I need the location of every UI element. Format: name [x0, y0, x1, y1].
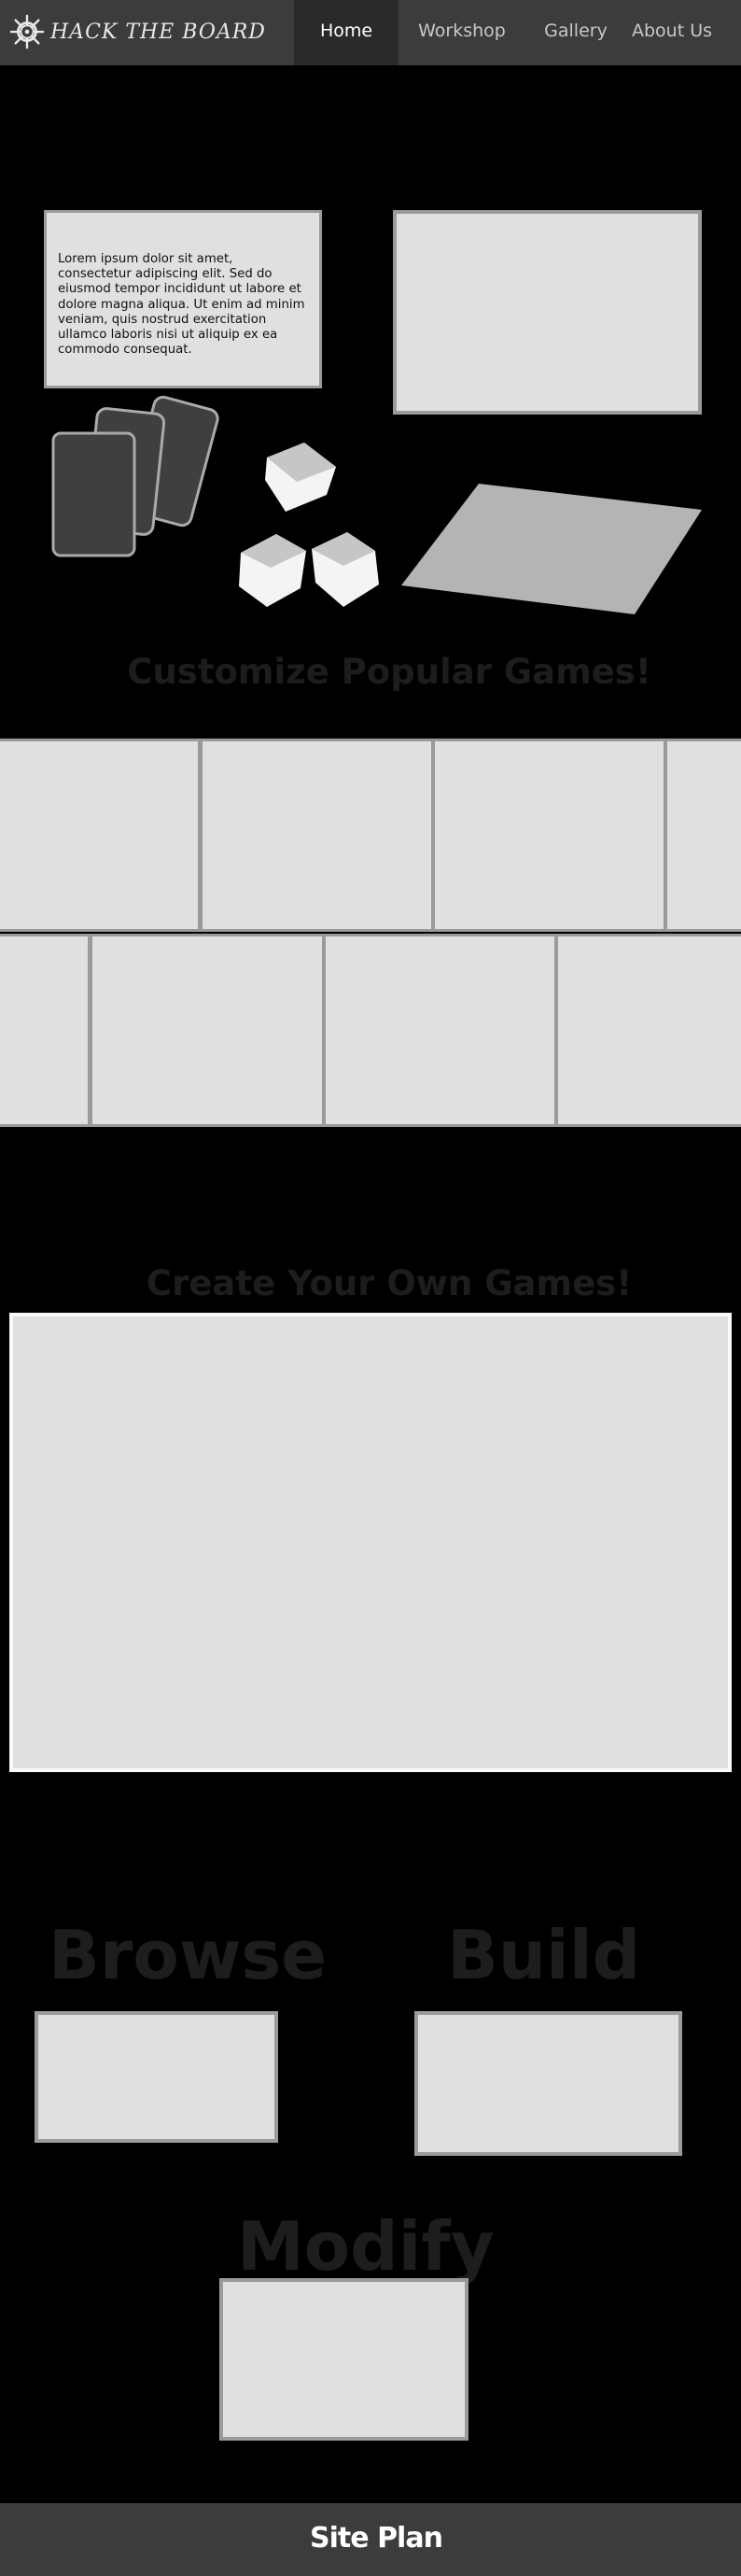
board-game-illustration: [51, 395, 702, 614]
game-card[interactable]: [90, 934, 325, 1127]
brand-logo[interactable]: HACK THE BOARD: [9, 11, 266, 52]
browse-placeholder[interactable]: [35, 2011, 278, 2143]
game-card[interactable]: [0, 934, 91, 1127]
browse-heading: Browse: [49, 1916, 328, 1994]
create-section-title: Create Your Own Games!: [146, 1263, 633, 1303]
nav-item-home[interactable]: Home: [294, 0, 398, 65]
hero-image-placeholder: [393, 210, 702, 415]
popular-games-carousel-2: [0, 934, 741, 1127]
build-placeholder[interactable]: [414, 2011, 682, 2156]
nav-item-workshop[interactable]: Workshop: [411, 0, 513, 65]
customize-section-title: Customize Popular Games!: [127, 652, 651, 692]
hero-paragraph: Lorem ipsum dolor sit amet, consectetur …: [58, 252, 305, 358]
ship-wheel-icon: [9, 14, 45, 49]
top-nav: HACK THE BOARD Home Workshop Gallery Abo…: [0, 0, 741, 65]
game-board-icon: [401, 484, 702, 614]
cards-icon: [51, 395, 219, 557]
modify-placeholder[interactable]: [219, 2278, 468, 2441]
game-card[interactable]: [664, 739, 741, 932]
game-card[interactable]: [555, 934, 741, 1127]
nav-item-gallery[interactable]: Gallery: [534, 0, 618, 65]
game-card[interactable]: [0, 739, 201, 932]
create-game-placeholder[interactable]: [9, 1313, 732, 1772]
nav-item-about-us[interactable]: About Us: [623, 0, 720, 65]
hero-text-box: Lorem ipsum dolor sit amet, consectetur …: [44, 210, 322, 388]
game-card[interactable]: [432, 739, 666, 932]
build-heading: Build: [447, 1916, 641, 1994]
game-card[interactable]: [323, 934, 557, 1127]
game-card[interactable]: [200, 739, 434, 932]
modify-heading: Modify: [237, 2207, 495, 2286]
site-plan-link[interactable]: Site Plan: [0, 2522, 741, 2555]
popular-games-carousel-1: [0, 739, 741, 932]
dice-icon: [239, 443, 379, 607]
site-footer: Site Plan: [0, 2503, 741, 2576]
brand-name: HACK THE BOARD: [50, 20, 266, 44]
